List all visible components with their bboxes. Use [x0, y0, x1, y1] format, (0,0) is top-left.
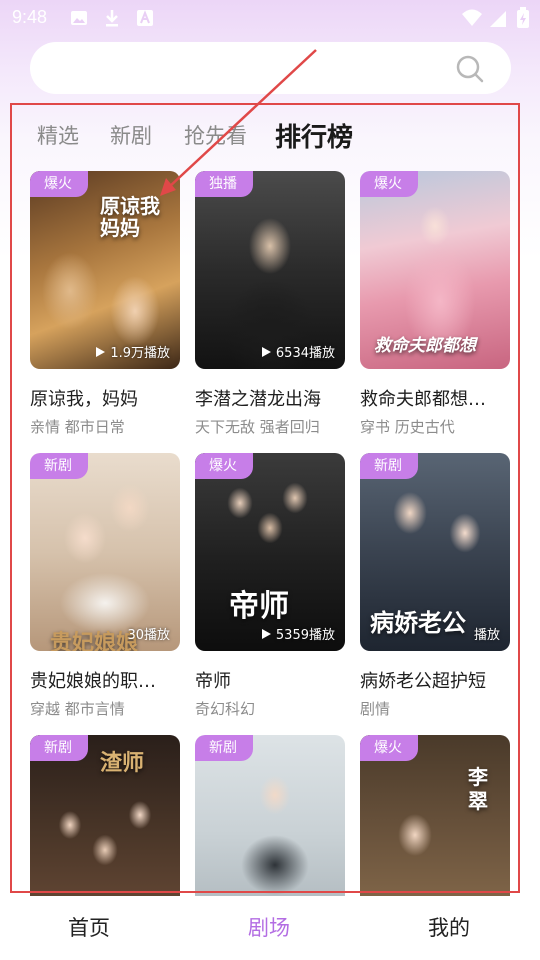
poster-image: 原谅我 妈妈 爆火 1.9万播放 — [30, 171, 180, 369]
card-tags: 天下无敌 强者回归 — [195, 418, 320, 436]
poster-image: 帝师 爆火 5359播放 — [195, 453, 345, 651]
drama-card[interactable]: 病娇老公 新剧 播放 病娇老公超护短 剧情 — [360, 453, 510, 718]
battery-charging-icon — [517, 7, 529, 28]
card-badge: 爆火 — [30, 171, 88, 197]
status-time: 9:48 — [12, 7, 48, 27]
play-count: 1.9万播放 — [96, 342, 170, 361]
wifi-icon — [462, 9, 482, 26]
card-title: 帝师 — [195, 671, 231, 692]
drama-card[interactable]: 原谅我 妈妈 爆火 1.9万播放 原谅我，妈妈 亲情 都市日常 — [30, 171, 180, 436]
poster-title-text: 帝师 — [229, 589, 289, 624]
card-badge: 新剧 — [30, 453, 88, 479]
poster-title-text: 渣师 — [100, 750, 145, 776]
poster-image: 贵妃娘娘 新剧 30播放 — [30, 453, 180, 651]
poster-title-text: 贵妃娘娘 — [50, 630, 139, 651]
nav-me[interactable]: 我的 — [428, 912, 470, 942]
poster-title-text: 李翠 — [468, 765, 488, 813]
play-count: 30播放 — [127, 624, 170, 643]
play-count: 5359播放 — [261, 624, 335, 643]
card-tags: 穿书 历史古代 — [360, 418, 455, 436]
nav-home[interactable]: 首页 — [68, 912, 110, 942]
search-bar[interactable] — [30, 42, 511, 94]
card-badge: 爆火 — [195, 453, 253, 479]
font-icon — [137, 10, 153, 26]
tab-featured[interactable]: 精选 — [37, 120, 79, 150]
poster-image: 病娇老公 新剧 播放 — [360, 453, 510, 651]
play-icon — [261, 629, 271, 639]
bottom-nav: 首页 剧场 我的 — [0, 896, 540, 960]
card-badge: 新剧 — [360, 453, 418, 479]
card-title: 贵妃娘娘的职… — [30, 671, 156, 692]
play-count-text: 5359播放 — [275, 628, 335, 643]
drama-card[interactable]: 救命夫郎都想 爆火 救命夫郎都想… 穿书 历史古代 — [360, 171, 510, 436]
poster-title-text: 救命夫郎都想 — [374, 336, 476, 356]
play-count-text: 30播放 — [127, 628, 170, 643]
poster-image: 独播 6534播放 — [195, 171, 345, 369]
poster-image: 救命夫郎都想 爆火 — [360, 171, 510, 369]
tab-early-access[interactable]: 抢先看 — [184, 120, 247, 150]
nav-theater[interactable]: 剧场 — [248, 912, 290, 942]
play-count-text: 1.9万播放 — [110, 346, 170, 361]
card-tags: 穿越 都市言情 — [30, 700, 125, 718]
drama-card[interactable]: 贵妃娘娘 新剧 30播放 贵妃娘娘的职… 穿越 都市言情 — [30, 453, 180, 718]
download-icon — [106, 10, 118, 27]
status-bar: 9:48 — [0, 0, 540, 36]
play-icon — [261, 347, 271, 357]
card-tags: 奇幻科幻 — [195, 700, 256, 718]
search-icon[interactable] — [455, 54, 485, 84]
card-tags: 亲情 都市日常 — [30, 418, 125, 436]
play-count: 6534播放 — [261, 342, 335, 361]
play-count-text: 播放 — [473, 628, 500, 643]
drama-card[interactable]: 独播 6534播放 李潜之潜龙出海 天下无敌 强者回归 — [195, 171, 345, 436]
drama-card[interactable]: 帝师 爆火 5359播放 帝师 奇幻科幻 — [195, 453, 345, 718]
card-tags: 剧情 — [360, 700, 391, 718]
card-title: 病娇老公超护短 — [360, 671, 486, 692]
signal-icon — [490, 11, 506, 27]
card-badge: 爆火 — [360, 735, 418, 761]
image-icon — [71, 11, 87, 25]
card-badge: 独播 — [195, 171, 253, 197]
play-count-text: 6534播放 — [275, 346, 335, 361]
tab-ranking[interactable]: 排行榜 — [275, 117, 353, 154]
card-title: 李潜之潜龙出海 — [195, 389, 321, 410]
poster-title-text: 原谅我 妈妈 — [100, 194, 160, 240]
play-count: 播放 — [474, 624, 500, 643]
card-title: 原谅我，妈妈 — [30, 389, 138, 410]
poster-title-text: 病娇老公 — [370, 608, 466, 637]
tab-new[interactable]: 新剧 — [110, 120, 152, 150]
card-badge: 爆火 — [360, 171, 418, 197]
card-badge: 新剧 — [195, 735, 253, 761]
card-badge: 新剧 — [30, 735, 88, 761]
card-title: 救命夫郎都想… — [360, 389, 486, 410]
play-icon — [96, 347, 106, 357]
